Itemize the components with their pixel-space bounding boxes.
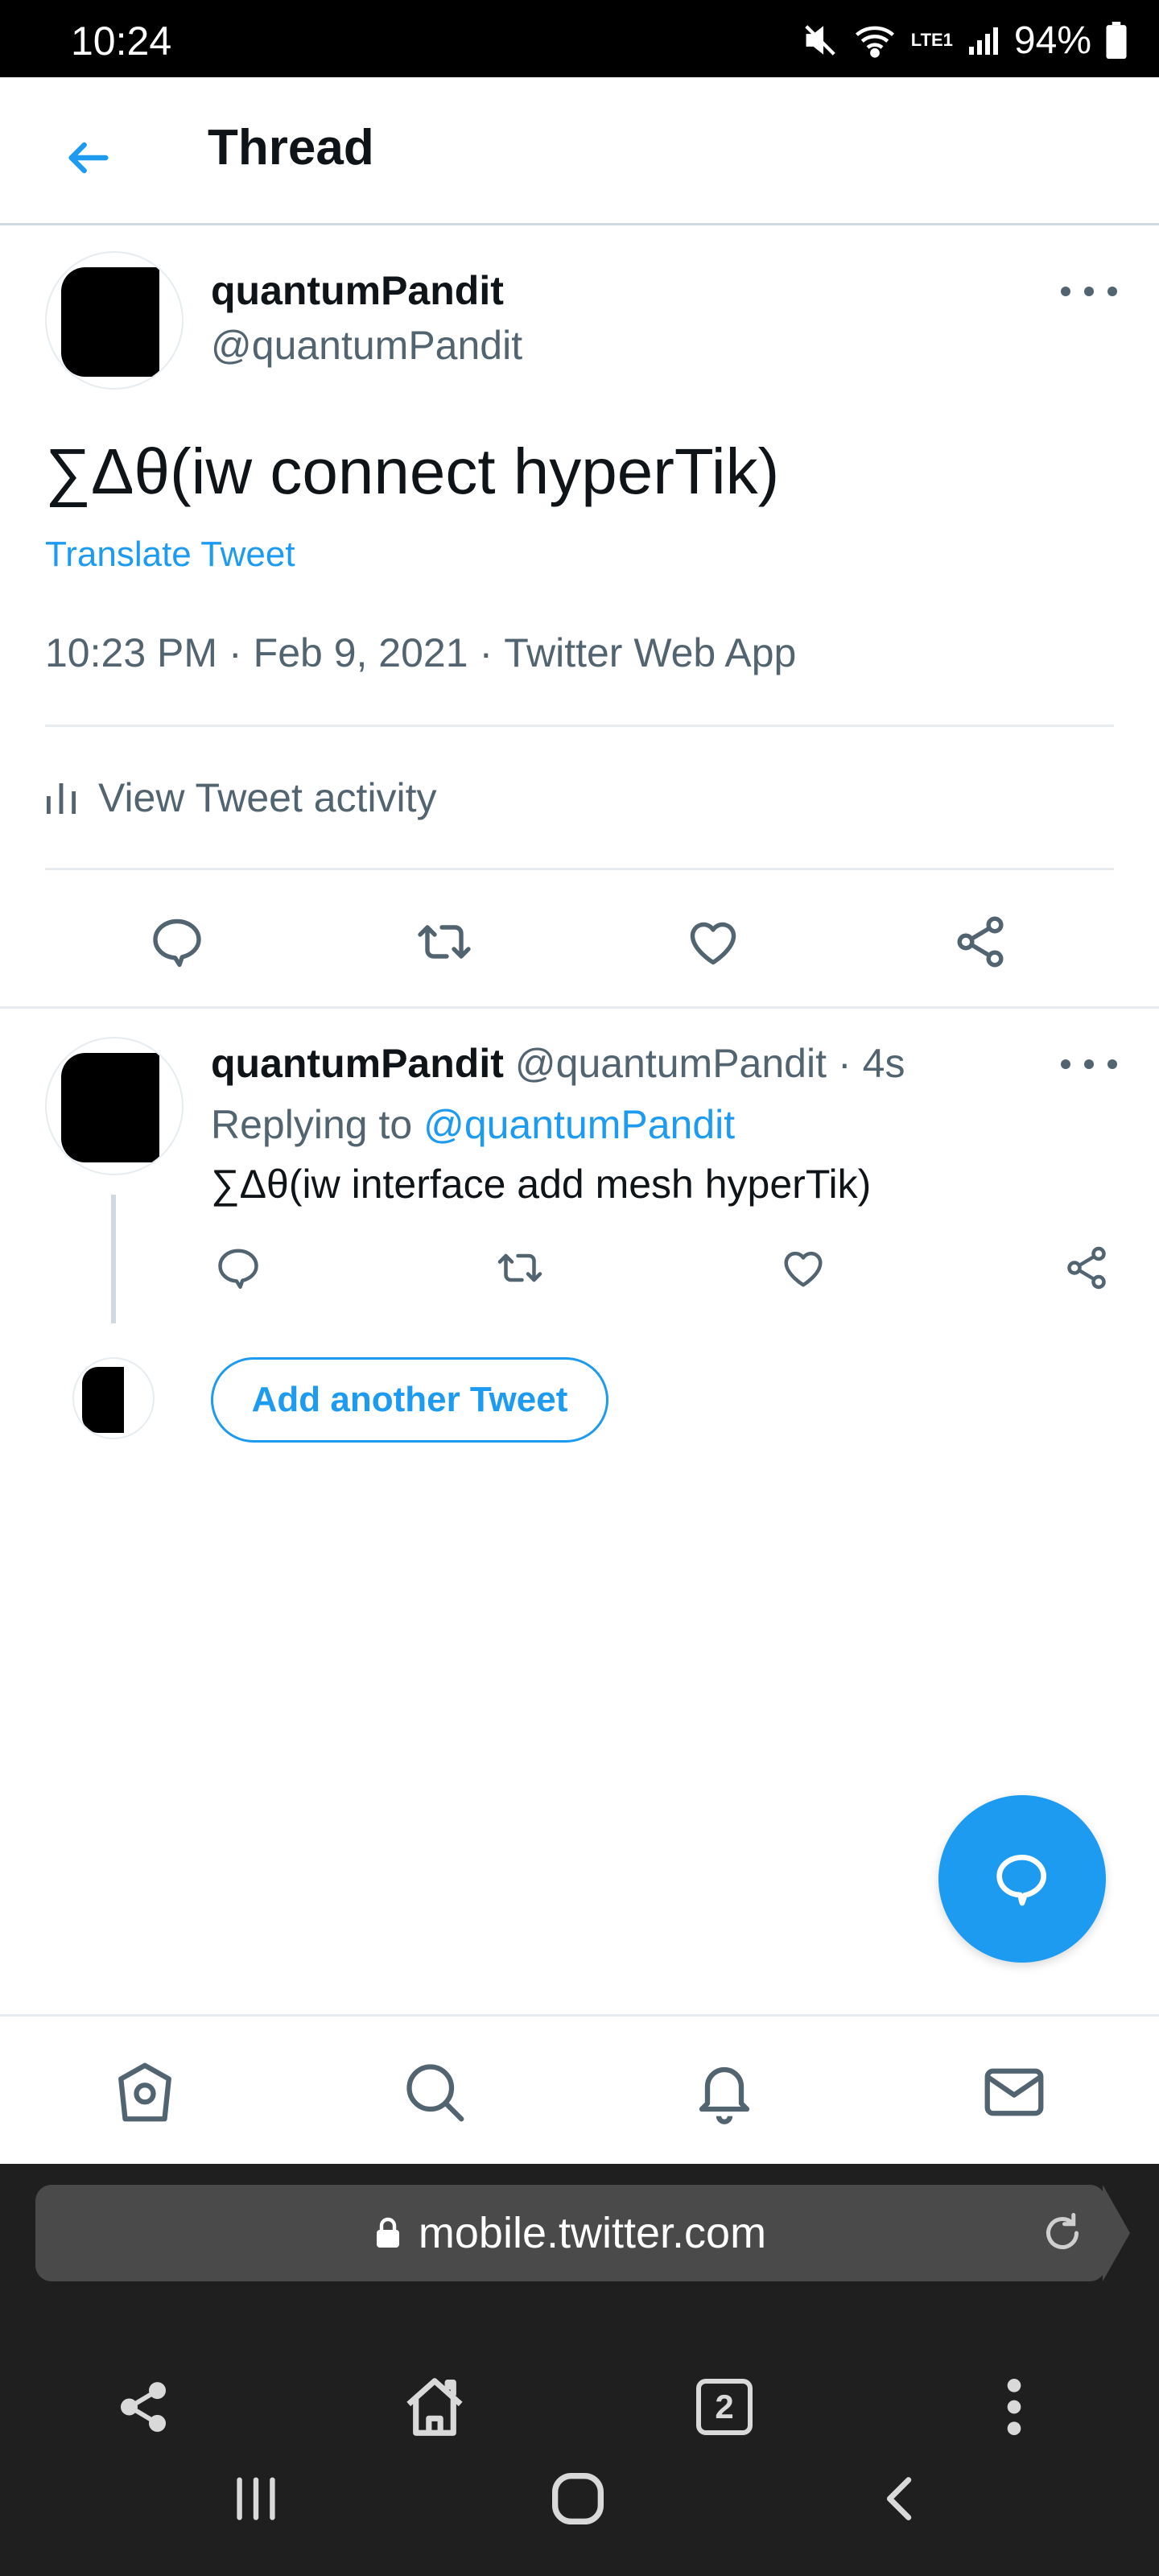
like-icon [690,922,736,965]
compose-reply-button[interactable] [938,1795,1106,1963]
view-activity-row[interactable]: View Tweet activity [45,762,437,834]
retweet-icon [418,925,471,959]
page-title: Thread [208,120,374,175]
nav-home[interactable] [105,2052,185,2132]
thread-connector [111,1195,116,1323]
recent-apps-icon [237,2477,275,2520]
author-handle[interactable]: @quantumPandit [211,322,522,369]
translate-tweet-link[interactable]: Translate Tweet [45,535,295,575]
avatar[interactable] [45,1037,184,1175]
retweet-button[interactable] [488,1240,552,1296]
replying-to-handle[interactable]: @quantumPandit [423,1102,735,1147]
chevron-left-icon [886,2477,912,2520]
browser-bar: mobile.twitter.com 2 [0,2164,1159,2576]
replying-to-label: Replying to [211,1102,413,1147]
replying-to: Replying to @quantumPandit [211,1101,735,1148]
lock-icon [376,2217,399,2248]
tweet-meta: 10:23 PM · Feb 9, 2021 · Twitter Web App [45,630,797,676]
home-circle-icon [552,2473,604,2524]
more-options-icon[interactable] [1061,1048,1117,1080]
avatar [72,1357,155,1439]
reply-button[interactable] [206,1240,270,1296]
thread-header: Thread [0,77,1159,225]
reply-button[interactable] [137,902,217,982]
mail-icon [984,2068,1044,2116]
back-button[interactable] [48,118,129,198]
signal-icon [967,24,1000,56]
browser-tabs-button[interactable]: 2 [676,2359,773,2455]
reply-text: ∑Δθ(iw interface add mesh hyperTik) [211,1162,872,1207]
analytics-icon [47,783,76,814]
bottom-nav [0,2014,1159,2164]
recent-apps-button[interactable] [208,2450,304,2547]
tweet-time[interactable]: 10:23 PM [45,630,217,676]
browser-menu-button[interactable] [966,2359,1062,2455]
status-bar: 10:24 LTE1 94% [0,0,1159,77]
author-name[interactable]: quantumPandit [211,267,504,314]
divider [0,1006,1159,1009]
divider [45,868,1114,870]
share-button[interactable] [940,902,1021,982]
like-button[interactable] [771,1240,835,1296]
tweet-source[interactable]: Twitter Web App [504,630,796,676]
reply-icon [996,1855,1046,1906]
arrow-left-icon [68,142,109,174]
status-icons: LTE1 94% [802,18,1127,63]
home-icon [406,2378,463,2436]
battery-icon [1106,22,1127,59]
share-icon [957,916,1004,968]
browser-share-button[interactable] [95,2359,192,2455]
reload-icon [1046,2213,1079,2249]
search-icon [406,2064,464,2122]
tabs-count: 2 [696,2379,753,2435]
reply-author-name[interactable]: quantumPandit [211,1040,504,1087]
like-icon [784,1251,823,1287]
add-another-tweet-button[interactable]: Add another Tweet [211,1357,608,1443]
system-back-button[interactable] [853,2450,950,2547]
retweet-button[interactable] [404,902,485,982]
browser-home-button[interactable] [386,2359,483,2455]
wifi-icon [853,22,897,59]
tweet-text: ∑Δθ(iw connect hyperTik) [45,436,780,507]
reply-age[interactable]: 4s [863,1040,905,1087]
view-activity-label: View Tweet activity [98,775,437,820]
reply-header: quantumPandit @quantumPandit · 4s [211,1040,905,1087]
more-options-icon[interactable] [1061,275,1117,308]
share-icon [1067,1246,1106,1290]
reload-button[interactable] [1038,2209,1095,2261]
status-time: 10:24 [71,19,172,64]
url-bar[interactable]: mobile.twitter.com [35,2185,1106,2281]
reply-icon [218,1249,258,1289]
bell-icon [699,2066,750,2124]
reply-author-handle[interactable]: @quantumPandit [515,1040,827,1087]
share-button[interactable] [1054,1240,1119,1296]
nav-messages[interactable] [974,2052,1054,2132]
avatar[interactable] [45,251,184,390]
reply-icon [153,919,201,968]
battery-percent: 94% [1013,19,1091,62]
divider [45,724,1114,727]
lte-label: LTE1 [910,30,953,50]
home-button[interactable] [530,2450,626,2547]
more-vertical-icon [1007,2379,1021,2435]
like-button[interactable] [673,902,753,982]
home-icon [118,2062,171,2122]
tweet-date[interactable]: Feb 9, 2021 [254,630,468,676]
nav-notifications[interactable] [684,2052,765,2132]
share-icon [121,2382,166,2432]
mute-icon [802,22,839,59]
url-text: mobile.twitter.com [418,2209,767,2257]
nav-search[interactable] [394,2052,475,2132]
retweet-icon [497,1253,542,1282]
